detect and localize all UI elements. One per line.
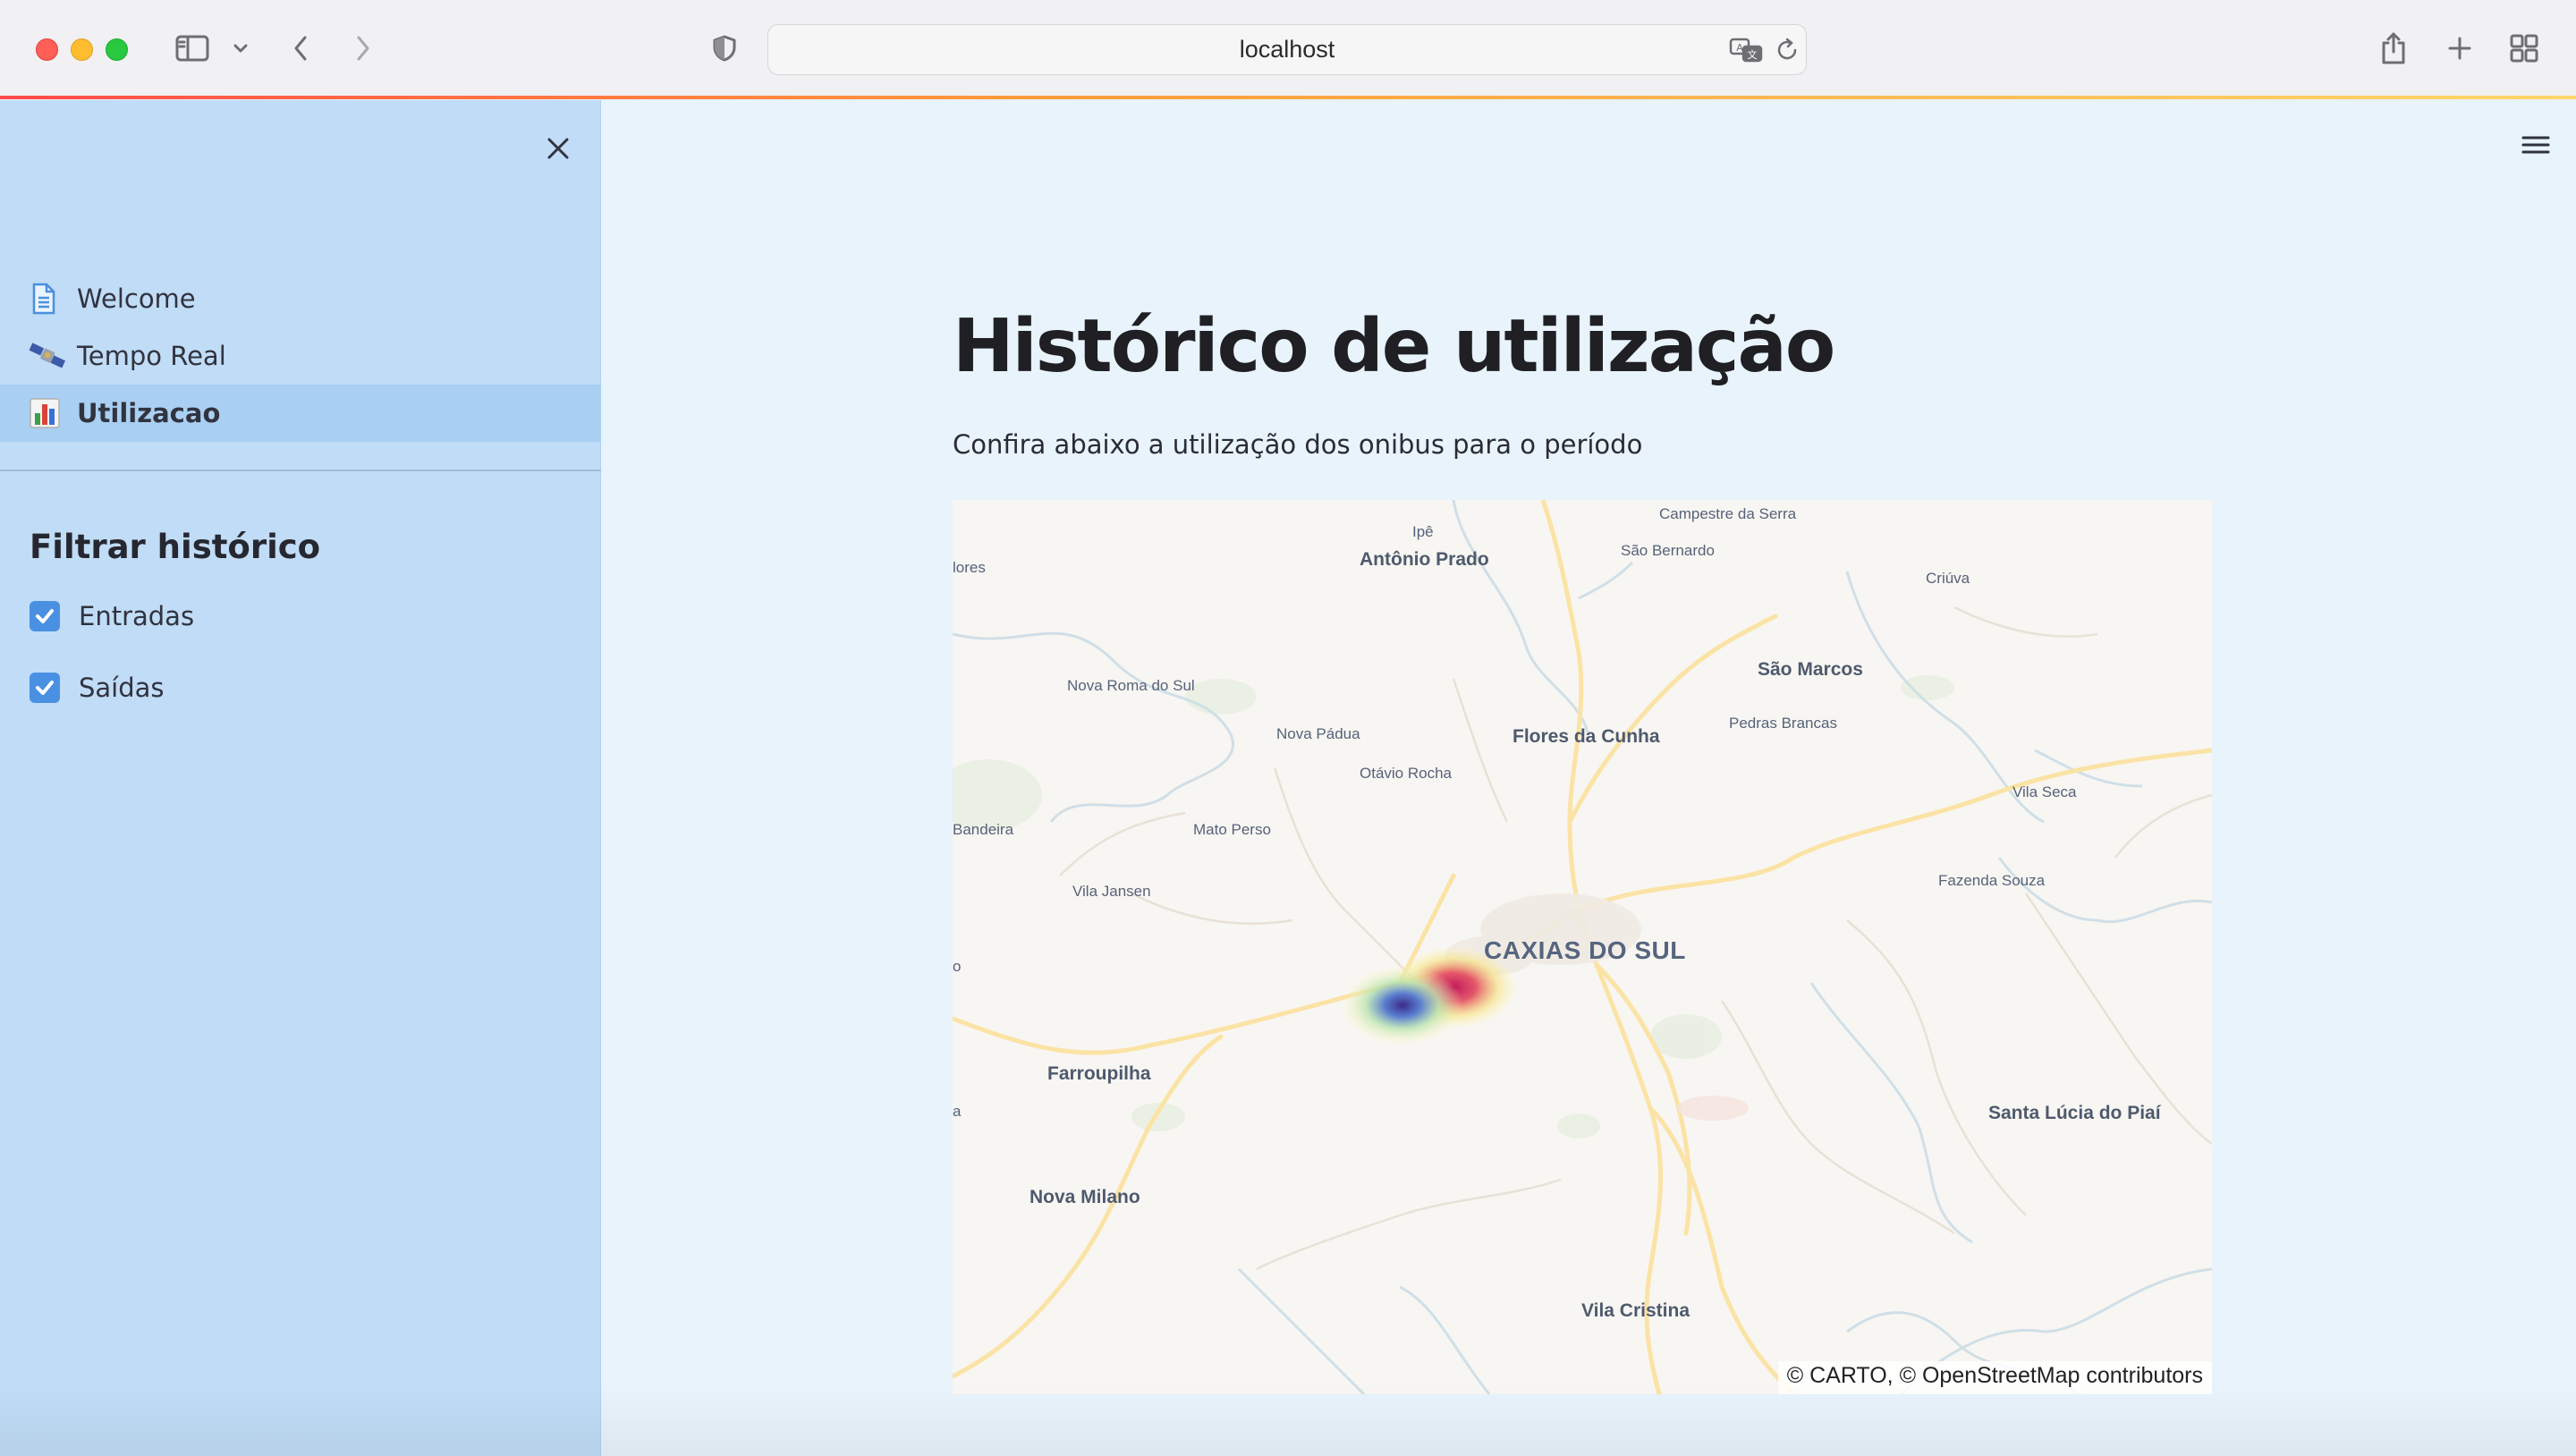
browser-toolbar: localhost A文 [0,0,2576,99]
main-content: Histórico de utilização Confira abaixo a… [602,100,2576,1456]
heatmap-hotspot-entradas [1342,966,1463,1045]
sidebar-item-label: Welcome [77,284,196,314]
bar-chart-icon [29,394,68,433]
place-label: Nova Milano [1030,1187,1140,1207]
checkbox-label: Entradas [79,601,195,631]
sidebar-item-welcome[interactable]: Welcome [0,270,601,327]
filter-entradas-checkbox[interactable]: Entradas [30,601,194,631]
satellite-icon [29,336,68,376]
shield-icon[interactable] [708,27,741,70]
sidebar-item-tempo-real[interactable]: Tempo Real [0,327,601,385]
sidebar-item-label: Utilizacao [77,398,221,428]
place-label: Nova Roma do Sul [1067,677,1195,694]
place-label: Ipê [1412,523,1434,540]
checkbox-label: Saídas [79,673,165,703]
place-label: Mato Perso [1193,821,1271,838]
sidebar-item-utilizacao[interactable]: Utilizacao [0,385,601,442]
heatmap-map[interactable]: Ipê Campestre da Serra Antônio Prado São… [953,500,2212,1394]
page-title: Histórico de utilização [953,304,1835,389]
place-label: Pedras Brancas [1729,715,1837,732]
place-label: Bandeira [953,821,1014,838]
place-label: Vila Seca [2012,783,2077,800]
place-label: Antônio Prado [1360,549,1489,570]
place-label: São Marcos [1758,659,1863,680]
map-attribution[interactable]: © CARTO, © OpenStreetMap contributors [1777,1361,2212,1394]
zoom-window-button[interactable] [106,38,128,61]
sidebar-item-label: Tempo Real [77,341,226,371]
checkbox-checked-icon[interactable] [30,673,60,703]
place-label: a [953,1103,962,1120]
close-sidebar-button[interactable] [540,131,576,166]
svg-text:文: 文 [1748,48,1758,61]
place-label: Criúva [1926,570,1970,587]
url-text: localhost [1239,36,1335,63]
place-label: Campestre da Serra [1659,505,1797,522]
place-label: São Bernardo [1621,542,1715,559]
close-icon [547,138,569,159]
translate-icon[interactable]: A文 [1729,36,1765,68]
share-icon[interactable] [2376,27,2411,70]
place-label: Farroupilha [1047,1063,1151,1084]
place-label: lores [953,559,986,576]
place-label: Nova Pádua [1276,725,1360,742]
place-label: o [953,958,962,975]
close-window-button[interactable] [36,38,58,61]
tab-overview-icon[interactable] [2506,27,2542,70]
minimize-window-button[interactable] [71,38,93,61]
chevron-down-icon[interactable] [227,27,254,70]
filter-saidas-checkbox[interactable]: Saídas [30,673,165,703]
reload-icon[interactable] [1774,36,1801,68]
loading-accent-bar [0,96,2576,99]
checkbox-checked-icon[interactable] [30,601,60,631]
place-label: Vila Cristina [1581,1300,1690,1321]
address-bar[interactable]: localhost A文 [767,24,1807,75]
place-label: Santa Lúcia do Piaí [1988,1103,2161,1123]
forward-icon[interactable] [347,27,379,70]
sidebar-nav: Welcome Tempo Real Utilizacao [0,270,601,442]
place-label: Flores da Cunha [1513,726,1660,747]
filter-title: Filtrar histórico [30,528,321,566]
sidebar: Welcome Tempo Real Utilizacao Filtrar hi… [0,100,601,1456]
place-label-caxias-do-sul: CAXIAS DO SUL [1484,936,1686,964]
place-label: Otávio Rocha [1360,765,1452,782]
place-label: Vila Jansen [1072,883,1151,900]
main-menu-button[interactable] [2516,127,2555,163]
back-icon[interactable] [284,27,317,70]
place-label: Fazenda Souza [1938,872,2046,889]
new-tab-icon[interactable] [2442,27,2478,70]
sidebar-toggle-icon[interactable] [172,27,213,70]
svg-text:A: A [1736,42,1743,54]
sidebar-divider [0,470,601,471]
hamburger-icon [2521,136,2550,154]
page-subtitle: Confira abaixo a utilização dos onibus p… [953,429,1643,460]
page-icon [29,279,68,318]
